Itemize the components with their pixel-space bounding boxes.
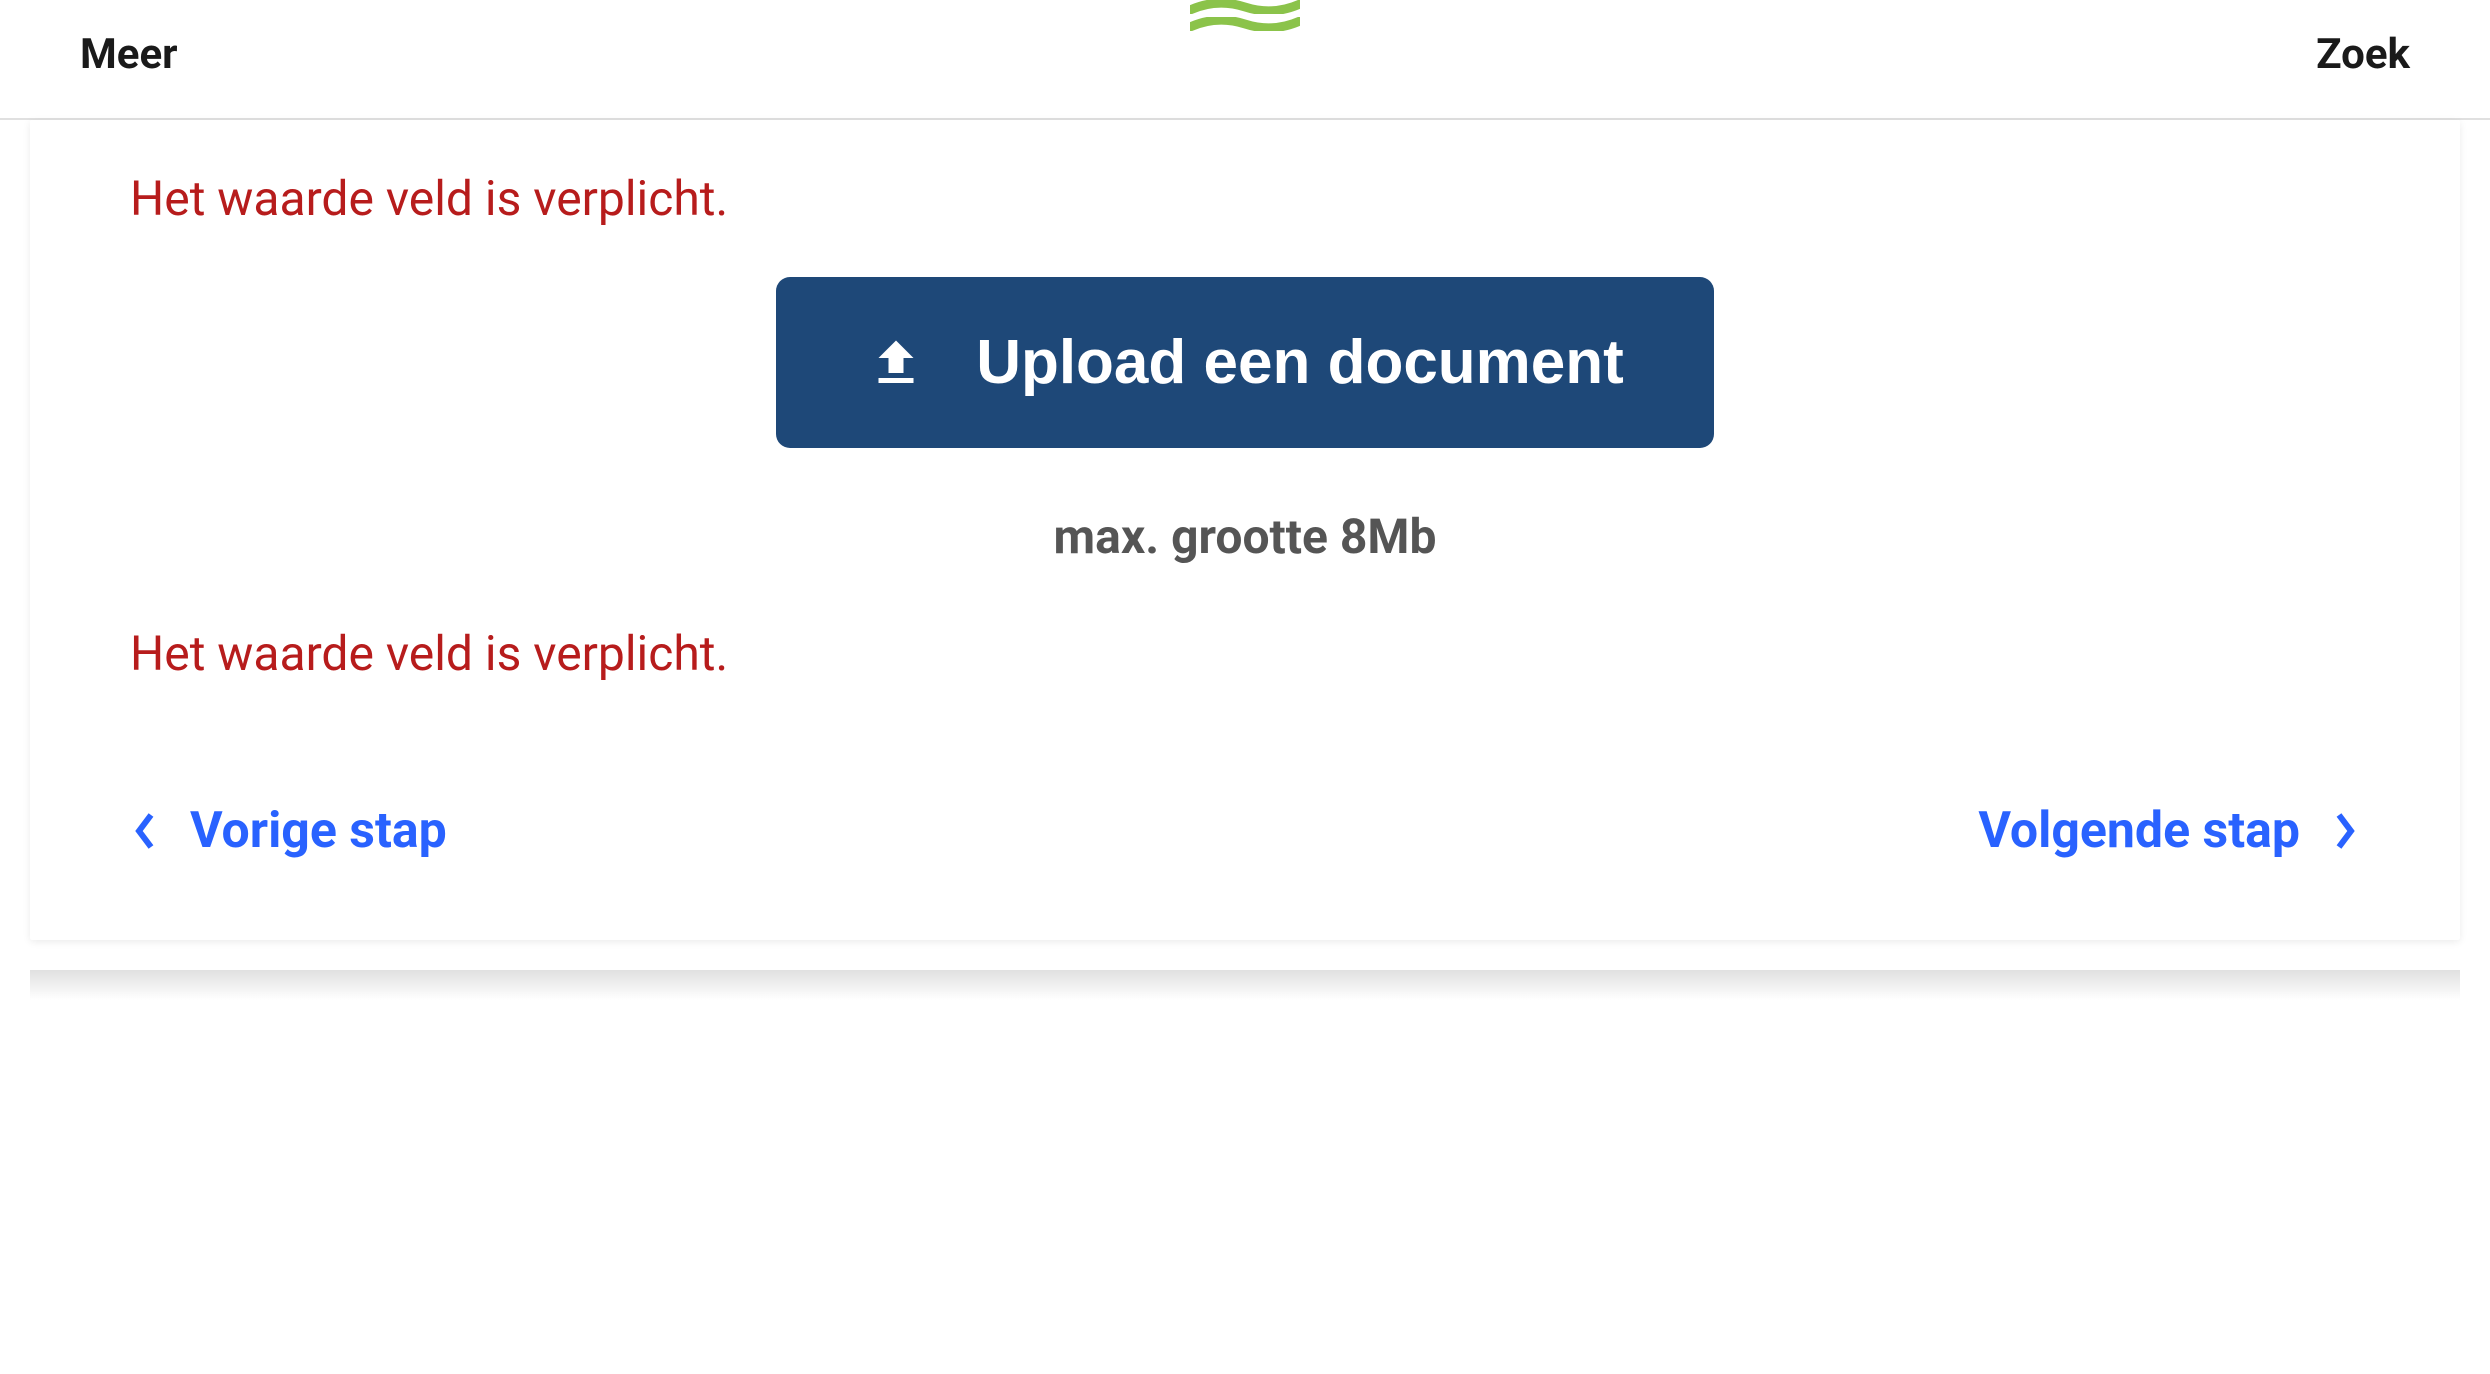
chevron-left-icon: [130, 811, 160, 851]
menu-button[interactable]: Meer: [80, 30, 178, 79]
file-size-hint: max. grootte 8Mb: [1054, 508, 1437, 565]
header: Meer Zoek: [0, 0, 2490, 120]
validation-error-top: Het waarde veld is verplicht.: [130, 170, 2360, 227]
previous-step-label: Vorige stap: [190, 802, 447, 860]
chevron-right-icon: [2330, 811, 2360, 851]
next-step-label: Volgende stap: [1978, 802, 2300, 860]
previous-step-link[interactable]: Vorige stap: [130, 802, 447, 860]
upload-section: Upload een document max. grootte 8Mb: [130, 277, 2360, 565]
logo-waves-icon: [1190, 0, 1300, 31]
next-step-link[interactable]: Volgende stap: [1978, 802, 2360, 860]
form-card: Het waarde veld is verplicht. Upload een…: [30, 120, 2460, 940]
step-navigation: Vorige stap Volgende stap: [130, 802, 2360, 860]
card-shadow: [30, 970, 2460, 1000]
validation-error-bottom: Het waarde veld is verplicht.: [130, 625, 2360, 682]
upload-document-button[interactable]: Upload een document: [776, 277, 1714, 448]
logo[interactable]: [1190, 0, 1300, 31]
search-button[interactable]: Zoek: [2316, 30, 2410, 79]
upload-icon: [866, 333, 926, 393]
upload-button-label: Upload een document: [976, 327, 1624, 398]
